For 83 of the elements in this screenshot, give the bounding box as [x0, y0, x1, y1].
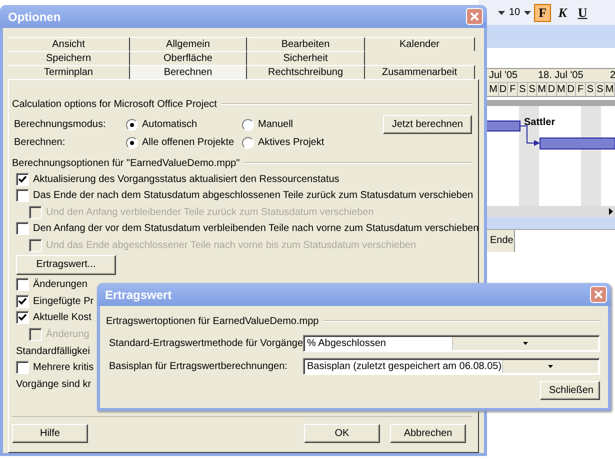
radio-button[interactable]: [126, 118, 138, 130]
close-button[interactable]: [466, 8, 483, 25]
close-icon[interactable]: [594, 290, 603, 299]
timescale-label: 2: [610, 69, 615, 82]
checkbox[interactable]: [16, 311, 29, 324]
connector-arrow: [520, 126, 540, 146]
radio-label: Aktives Projekt: [258, 137, 324, 148]
close-button[interactable]: Schließen: [540, 381, 600, 400]
day-label: F: [508, 83, 518, 96]
tab[interactable]: Berechnen: [130, 65, 247, 79]
group-label: Ertragswertoptionen für EarnedValueDemo.mpp: [106, 316, 319, 326]
window-title: Ertragswert: [105, 288, 173, 302]
day-label: M: [556, 83, 566, 96]
tab[interactable]: Oberfläche: [130, 51, 247, 65]
day-label: M: [605, 83, 615, 96]
calculate-button[interactable]: Jetzt berechnen: [382, 115, 472, 134]
radio-label: Alle offenen Projekte: [142, 137, 234, 148]
checkbox-label: Und das Ende abgeschlossener Teile nach vorne bis zum Statusdatum verschieben: [46, 240, 416, 251]
checkbox-label: Und den Anfang verbleibender Teile zurück zum Statusdatum verschieben: [46, 206, 374, 218]
checkbox[interactable]: [16, 189, 29, 202]
radio-label: Manuell: [258, 119, 294, 130]
group-label: Berechnungsoptionen für "EarnedValueDemo.mpp": [12, 158, 240, 168]
checkbox-label: Änderung: [46, 328, 90, 340]
day-label: S: [596, 83, 606, 96]
day-label: S: [528, 83, 538, 96]
day-label: D: [498, 83, 508, 96]
tab[interactable]: Sicherheit: [247, 51, 365, 65]
format-button[interactable]: U: [574, 4, 592, 22]
font-size-field[interactable]: 10: [509, 7, 520, 18]
timescale-label: 18. Jul '05: [538, 69, 584, 82]
gantt-bar: [486, 120, 520, 132]
checkbox-label: Aktuelle Kost: [33, 312, 92, 324]
window-title: Optionen: [8, 10, 62, 24]
field-label: Berechnungsmodus:: [14, 119, 107, 130]
checkbox-label: Eingefügte Pr: [33, 296, 94, 307]
format-button[interactable]: F: [534, 4, 552, 22]
day-label: M: [489, 83, 499, 96]
tab[interactable]: Terminplan: [8, 65, 130, 79]
checkbox-label: Den Anfang der vor dem Statusdatum verbleibenden Teile nach vorne zum Statusdatum verschieben: [33, 223, 479, 234]
dialog-button[interactable]: OK: [304, 424, 380, 443]
tab[interactable]: Speichern: [8, 51, 130, 65]
checkbox[interactable]: [16, 278, 29, 292]
dialog-button[interactable]: Abbrechen: [390, 424, 466, 443]
field-label: Berechnen:: [14, 137, 66, 148]
field-label: Standard-Ertragswertmethode für Vorgänge:: [109, 338, 301, 349]
checkbox[interactable]: [16, 361, 29, 374]
day-label: D: [547, 83, 557, 96]
earned-value-button[interactable]: Ertragswert...: [16, 254, 116, 274]
format-button[interactable]: K: [554, 4, 572, 22]
timescale-label: Jul '05: [489, 69, 518, 82]
close-icon[interactable]: [470, 12, 479, 21]
tab[interactable]: Kalender: [365, 37, 475, 51]
group-label: Calculation options for Microsoft Office Project: [12, 98, 217, 110]
day-label: D: [566, 83, 576, 96]
checkbox[interactable]: [16, 294, 29, 308]
day-label: M: [537, 83, 548, 96]
radio-button[interactable]: [242, 118, 254, 130]
checkbox-label: Aktualisierung des Vorgangsstatus aktualisiert den Ressourcenstatus: [33, 174, 340, 185]
tab[interactable]: Ansicht: [8, 37, 130, 51]
day-label: F: [576, 83, 586, 96]
radio-label: Automatisch: [142, 119, 198, 130]
dropdown[interactable]: Basisplan (zuletzt gespeichert am 06.08.05): [303, 358, 600, 375]
scroll-right-icon: [609, 208, 613, 215]
dialog-button[interactable]: Hilfe: [12, 424, 88, 443]
checkbox-label: Mehrere kritis: [33, 362, 94, 374]
radio-button[interactable]: [242, 136, 254, 148]
section-label: Vorgänge sind kr: [16, 378, 92, 392]
checkbox-label: Änderungen: [33, 279, 88, 290]
field-label: Basisplan für Ertragswertberechnungen:: [109, 361, 288, 372]
tab[interactable]: Rechtschreibung: [247, 65, 365, 79]
section-label: Standardfälligkei: [16, 344, 90, 358]
checkbox[interactable]: [16, 222, 29, 236]
day-label: S: [586, 83, 596, 96]
tab[interactable]: Allgemein: [130, 37, 247, 51]
radio-button[interactable]: [126, 136, 138, 148]
close-button[interactable]: [590, 286, 607, 303]
tab[interactable]: Zusammenarbeit: [365, 65, 475, 79]
checkbox[interactable]: [16, 172, 29, 186]
dropdown[interactable]: % Abgeschlossen: [303, 335, 600, 352]
day-label: S: [518, 83, 528, 96]
checkbox-label: Das Ende der nach dem Statusdatum abgeschlossenen Teile zurück zum Statusdatum verschieben: [33, 190, 474, 202]
tab[interactable]: Bearbeiten: [247, 37, 365, 51]
task-label: Sattler: [524, 117, 556, 128]
